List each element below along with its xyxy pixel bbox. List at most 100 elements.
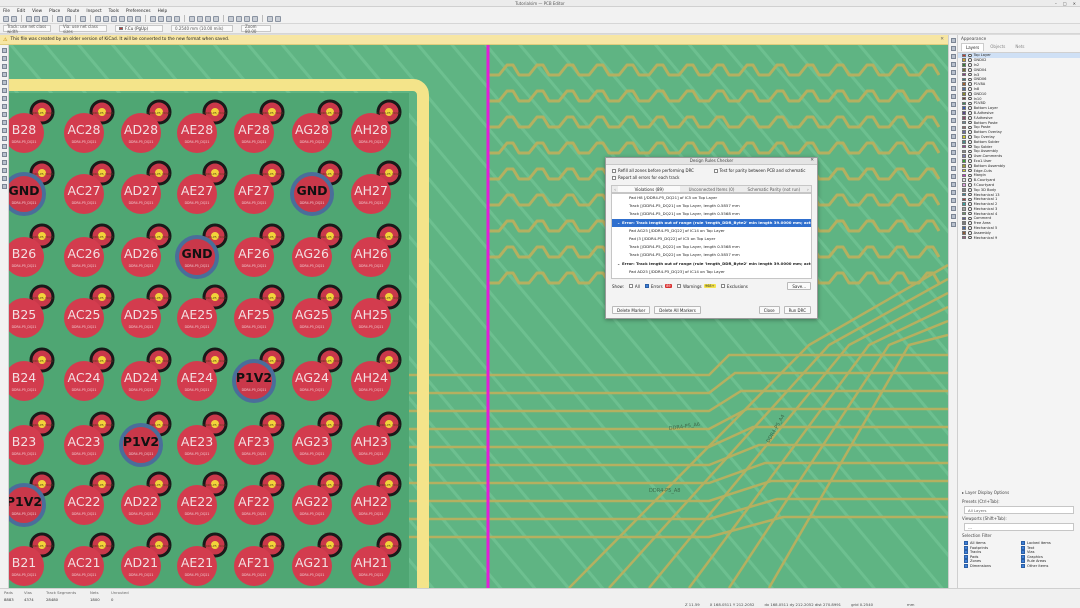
schematic-icon[interactable] <box>267 15 273 22</box>
tab-layers[interactable]: Layers <box>961 43 985 51</box>
print-icon[interactable] <box>34 15 40 22</box>
visibility-eye-icon[interactable] <box>968 154 972 158</box>
visibility-eye-icon[interactable] <box>968 91 972 96</box>
add-rule-area-icon[interactable] <box>951 110 956 115</box>
visibility-eye-icon[interactable] <box>968 159 972 163</box>
delete-all-markers-button[interactable]: Delete All Markers <box>654 306 701 314</box>
show-warnings-checkbox[interactable]: Warnings 968+ <box>677 284 716 289</box>
layer-color-swatch[interactable] <box>962 183 966 187</box>
violation-item-row[interactable]: Track [/DDR4-P5_DQ22] on Top Layer, leng… <box>612 243 811 251</box>
layer-select[interactable]: F.Cu (PgUp) <box>115 25 163 32</box>
zoom-objects-icon[interactable] <box>127 15 133 22</box>
cursor-shape-icon[interactable] <box>2 88 7 93</box>
lock-icon[interactable] <box>205 15 211 22</box>
menu-inspect[interactable]: Inspect <box>86 8 101 13</box>
layer-color-swatch[interactable] <box>962 130 966 134</box>
filter-checkbox[interactable]: Other items <box>1021 563 1074 568</box>
visibility-eye-icon[interactable] <box>968 231 972 235</box>
layer-row[interactable]: Mechanical 9 <box>958 235 1080 240</box>
tune-length-icon[interactable] <box>951 86 956 91</box>
visibility-eye-icon[interactable] <box>968 115 972 120</box>
visibility-eye-icon[interactable] <box>968 125 972 130</box>
visibility-eye-icon[interactable] <box>968 130 972 134</box>
search-panel-icon[interactable] <box>2 184 7 189</box>
menu-edit[interactable]: Edit <box>17 8 25 13</box>
layer-color-swatch[interactable] <box>962 120 966 125</box>
layer-color-swatch[interactable] <box>962 82 966 86</box>
violation-item-row[interactable]: Pad AD25 [/DDR4-P5_DQ23] of IC14 on Top … <box>612 268 811 276</box>
flip-icon[interactable] <box>166 15 172 22</box>
rotate-ccw-icon[interactable] <box>150 15 156 22</box>
violation-error-row[interactable]: ⌄ Error: Track length out of range (rule … <box>612 218 811 227</box>
properties-panel-icon[interactable] <box>2 176 7 181</box>
show-all-checkbox[interactable]: All <box>628 284 640 289</box>
filter-checkbox[interactable]: All items <box>964 541 1017 545</box>
menu-view[interactable]: View <box>32 8 42 13</box>
route-track-icon[interactable] <box>951 70 956 75</box>
visibility-eye-icon[interactable] <box>968 178 972 182</box>
violation-item-row[interactable]: Pad H8 [/DDR4-P5_DQ21] of IC5 on Top Lay… <box>612 194 811 202</box>
via-outline-icon[interactable] <box>2 136 7 141</box>
zoom-in-icon[interactable] <box>103 15 109 22</box>
filter-checkbox[interactable]: Dimensions <box>964 563 1017 568</box>
grid-select[interactable]: 0.2540 mm (10.00 mils) <box>171 25 233 32</box>
visibility-eye-icon[interactable] <box>968 226 972 230</box>
layer-color-swatch[interactable] <box>962 144 966 149</box>
menu-route[interactable]: Route <box>67 8 79 13</box>
visibility-eye-icon[interactable] <box>968 187 972 192</box>
add-text-icon[interactable] <box>951 166 956 171</box>
add-via-icon[interactable] <box>951 94 956 99</box>
visibility-eye-icon[interactable] <box>968 67 972 72</box>
visibility-eye-icon[interactable] <box>968 168 972 173</box>
violations-list[interactable]: Pad H8 [/DDR4-P5_DQ21] of IC5 on Top Lay… <box>611 193 812 279</box>
delete-marker-button[interactable]: Delete Marker <box>612 306 651 314</box>
visibility-eye-icon[interactable] <box>968 173 972 178</box>
route-diff-pair-icon[interactable] <box>951 78 956 83</box>
visibility-eye-icon[interactable] <box>968 87 972 91</box>
layer-color-swatch[interactable] <box>962 192 966 197</box>
polar-coords-icon[interactable] <box>2 64 7 69</box>
drc-markers-icon[interactable] <box>2 48 7 53</box>
filter-checkbox[interactable]: Text <box>1021 545 1074 550</box>
zoom-selection-icon[interactable] <box>135 15 141 22</box>
track-outline-icon[interactable] <box>2 144 7 149</box>
layer-color-swatch[interactable] <box>962 63 966 67</box>
ungroup-icon[interactable] <box>197 15 203 22</box>
visibility-eye-icon[interactable] <box>968 183 972 187</box>
violation-error-row[interactable]: ⌄ Error: Track length out of range (rule … <box>612 260 811 268</box>
layer-color-swatch[interactable] <box>962 58 966 62</box>
viewports-select[interactable]: --- <box>964 523 1074 531</box>
tab-scroll-right-icon[interactable]: › <box>805 187 811 192</box>
filter-checkbox[interactable]: Zones <box>964 559 1017 563</box>
visibility-eye-icon[interactable] <box>968 202 972 206</box>
layer-color-swatch[interactable] <box>962 96 966 101</box>
violation-item-row[interactable]: Track [/DDR4-P5_DQ22] on Top Layer, leng… <box>612 251 811 259</box>
units-inch-icon[interactable] <box>2 72 7 77</box>
draw-line-icon[interactable] <box>951 118 956 123</box>
plot-icon[interactable] <box>42 15 48 22</box>
curved-ratsnest-icon[interactable] <box>2 104 7 109</box>
visibility-eye-icon[interactable] <box>968 221 972 226</box>
drc-icon[interactable] <box>252 15 258 22</box>
zoom-fit-icon[interactable] <box>119 15 125 22</box>
visibility-eye-icon[interactable] <box>968 235 972 240</box>
visibility-eye-icon[interactable] <box>968 144 972 149</box>
zoom-select[interactable]: Zoom 80.00 <box>241 24 271 34</box>
layer-color-swatch[interactable] <box>962 125 966 130</box>
draw-polygon-icon[interactable] <box>951 150 956 155</box>
unlock-icon[interactable] <box>213 15 219 22</box>
visibility-eye-icon[interactable] <box>968 120 972 125</box>
layer-color-swatch[interactable] <box>962 168 966 173</box>
appearance-panel-icon[interactable] <box>2 168 7 173</box>
select-icon[interactable] <box>951 38 956 43</box>
find-icon[interactable] <box>80 15 86 22</box>
filter-checkbox[interactable]: Rule Areas <box>1021 559 1074 563</box>
menu-place[interactable]: Place <box>49 8 60 13</box>
layer-color-swatch[interactable] <box>962 207 966 211</box>
redo-icon[interactable] <box>65 15 71 22</box>
layer-color-swatch[interactable] <box>962 149 966 154</box>
grid-origin-icon[interactable] <box>951 214 956 219</box>
run-drc-button[interactable]: Run DRC <box>783 306 811 314</box>
pad-outline-icon[interactable] <box>2 128 7 133</box>
undo-icon[interactable] <box>57 15 63 22</box>
